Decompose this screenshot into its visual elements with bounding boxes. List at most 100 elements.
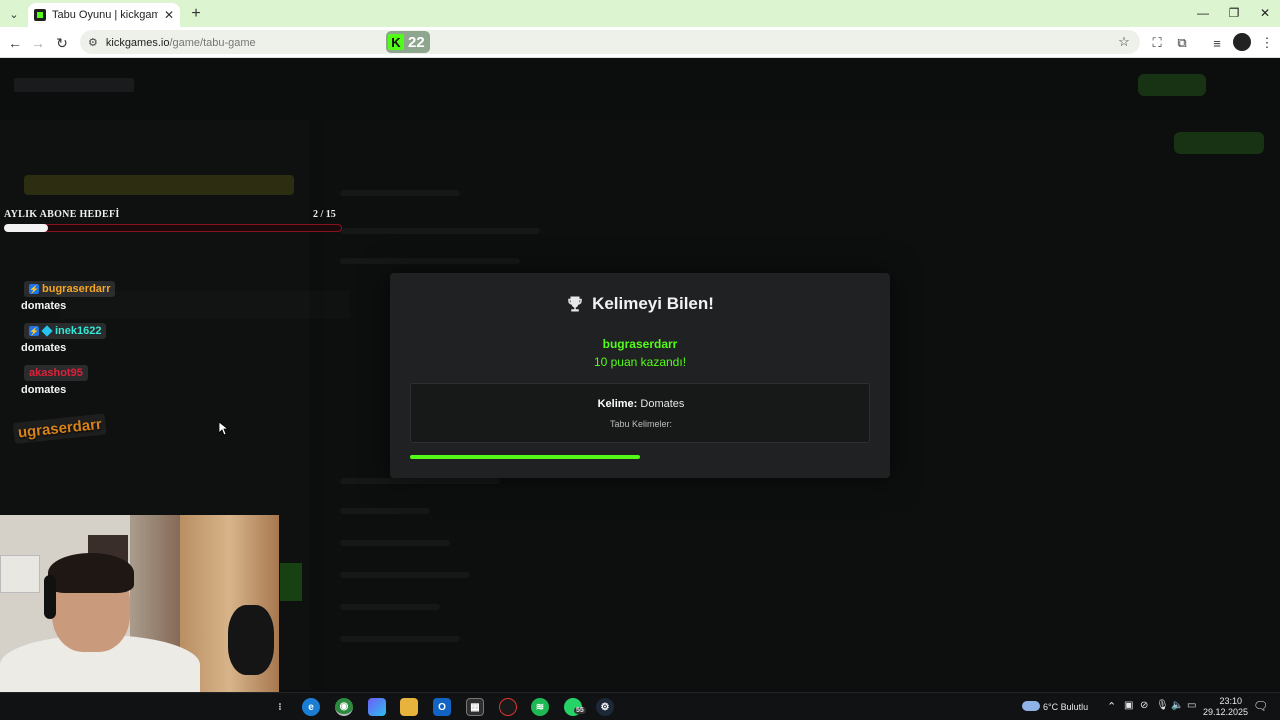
word-value: Domates xyxy=(640,398,685,410)
webcam-headset xyxy=(44,575,56,619)
tab-close-icon[interactable]: ✕ xyxy=(164,8,174,22)
close-window-icon[interactable]: ✕ xyxy=(1250,3,1280,23)
word-label: Kelime: xyxy=(597,398,638,410)
webcam-air-conditioner xyxy=(0,555,40,593)
dimmed-row xyxy=(340,572,470,578)
site-info-icon[interactable]: ⚙ xyxy=(88,36,98,49)
chat-username-pill: ⚡ inek1622 xyxy=(24,323,107,339)
back-arrow-icon[interactable]: ← xyxy=(4,32,26,54)
goal-progress-fill xyxy=(4,224,48,232)
taskbar-grip-icon: ⁝ xyxy=(278,701,282,713)
notification-icon[interactable]: 🗨 xyxy=(1253,699,1268,713)
dimmed-row xyxy=(340,604,440,610)
modal-title-row: Kelimeyi Bilen! xyxy=(390,294,890,314)
dimmed-yellow-bar xyxy=(24,175,294,195)
chrome-browser-icon[interactable]: ◉ xyxy=(335,698,353,716)
dimmed-row xyxy=(340,478,500,484)
winner-modal: Kelimeyi Bilen! bugraserdarr 10 puan kaz… xyxy=(390,273,890,478)
url-path: /game/tabu-game xyxy=(169,37,256,49)
restore-icon[interactable]: ❐ xyxy=(1219,3,1249,23)
new-tab-plus-icon[interactable]: + xyxy=(186,4,206,24)
goal-progress-track xyxy=(4,224,342,232)
modal-title: Kelimeyi Bilen! xyxy=(592,294,714,313)
browser-toolbar: ← → ↻ ⚙ kickgames.io/game/tabu-game K 22… xyxy=(0,27,1280,58)
modal-timer-fill xyxy=(410,455,640,459)
whatsapp-unread-badge: 55 xyxy=(574,707,586,714)
chat-row-highlight xyxy=(60,291,350,319)
windows-taskbar: ⁝ e ◉ O ▦ ≋ 55 ⚙ 6°C Bulutlu ⌃ ▣ ⊘ 🎙 🔈 ▭… xyxy=(0,692,1280,720)
chat-username: akashot95 xyxy=(29,367,83,379)
tray-overflow-chevron-icon[interactable]: ⌃ xyxy=(1107,700,1116,713)
goal-count: 2 / 15 xyxy=(313,209,336,220)
kick-extension-icon: K xyxy=(388,34,404,50)
media-control-icon[interactable]: ≡ xyxy=(1207,33,1227,53)
dimmed-row xyxy=(340,258,520,264)
dimmed-row xyxy=(340,228,540,234)
chat-username: inek1622 xyxy=(55,325,102,337)
minimize-icon[interactable]: — xyxy=(1188,3,1218,23)
chat-message: akashot95 domates xyxy=(0,364,350,396)
tray-network-icon[interactable]: ⊘ xyxy=(1140,700,1148,711)
steam-icon[interactable]: ⚙ xyxy=(596,698,614,716)
microphone-icon[interactable]: 🎙 xyxy=(1156,700,1169,711)
kick-favicon-icon xyxy=(34,9,46,21)
dimmed-header-button xyxy=(1138,74,1206,96)
dimmed-green-block xyxy=(280,563,302,601)
reload-icon[interactable]: ↻ xyxy=(51,32,73,54)
points-earned: 10 puan kazandı! xyxy=(593,355,687,369)
subscriber-badge-icon: ⚡ xyxy=(29,326,39,336)
display-icon[interactable]: ▭ xyxy=(1187,700,1196,711)
clock-time[interactable]: 23:10 xyxy=(1212,696,1242,706)
tab-title: Tabu Oyunu | kickgames.io xyxy=(52,9,158,21)
whatsapp-icon[interactable]: 55 xyxy=(564,698,586,716)
chat-username-pill: akashot95 xyxy=(24,365,88,381)
outlook-icon[interactable]: O xyxy=(433,698,451,716)
browser-tab-strip: ⌄ Tabu Oyunu | kickgames.io ✕ + — ❐ ✕ xyxy=(0,0,1280,27)
browser-tab[interactable]: Tabu Oyunu | kickgames.io ✕ xyxy=(28,3,180,27)
extensions-puzzle-icon[interactable]: ⧉ xyxy=(1172,33,1192,53)
microsoft-store-icon[interactable]: ▦ xyxy=(466,698,484,716)
kick-extension-count: 22 xyxy=(408,33,425,51)
weather-text[interactable]: 6°C Bulutlu xyxy=(1043,702,1088,712)
forward-arrow-icon[interactable]: → xyxy=(27,32,49,54)
address-bar[interactable]: ⚙ kickgames.io/game/tabu-game K 22 ☆ xyxy=(80,30,1140,54)
game-app-icon[interactable] xyxy=(499,698,517,716)
dimmed-row xyxy=(340,508,430,514)
browser-menu-icon[interactable]: ⋮ xyxy=(1257,33,1277,53)
dimmed-start-button xyxy=(1174,132,1264,154)
page-content: AYLIK ABONE HEDEFİ 2 / 15 ⚡ bugraserdarr… xyxy=(0,58,1280,692)
dimmed-row xyxy=(340,190,460,196)
chat-message: ⚡ inek1622 domates xyxy=(0,321,350,354)
word-info-box: Kelime: Domates Tabu Kelimeler: xyxy=(410,383,870,443)
webcam-microphone xyxy=(228,605,274,675)
dimmed-row xyxy=(340,540,450,546)
taboo-words-label: Tabu Kelimeler: xyxy=(609,419,673,429)
bookmark-star-icon[interactable]: ☆ xyxy=(1114,32,1134,52)
copilot-icon[interactable] xyxy=(368,698,386,716)
tab-search-chevron-icon[interactable]: ⌄ xyxy=(4,4,24,24)
volume-icon[interactable]: 🔈 xyxy=(1171,700,1183,711)
webcam-streamer-hair xyxy=(48,553,134,593)
gift-badge-icon xyxy=(41,325,53,337)
site-logo[interactable] xyxy=(14,78,134,92)
tray-app-icon[interactable]: ▣ xyxy=(1124,700,1133,711)
kick-extension-badge[interactable]: K 22 xyxy=(386,31,430,53)
file-explorer-icon[interactable] xyxy=(400,698,418,716)
chat-message-text: domates xyxy=(21,384,67,396)
url-host: kickgames.io xyxy=(105,37,170,49)
subscriber-badge-icon: ⚡ xyxy=(29,284,39,294)
spotify-icon[interactable]: ≋ xyxy=(531,698,549,716)
word-line: Kelime: Domates xyxy=(411,398,871,410)
clock-date[interactable]: 29.12.2025 xyxy=(1203,707,1248,717)
chat-message-text: domates xyxy=(21,342,67,354)
edge-browser-icon[interactable]: e xyxy=(302,698,320,716)
webcam-feed xyxy=(0,515,279,692)
cloud-weather-icon[interactable] xyxy=(1022,701,1040,711)
screenshot-icon[interactable]: ⛶ xyxy=(1147,33,1167,53)
winner-username: bugraserdarr xyxy=(602,337,678,351)
profile-avatar[interactable] xyxy=(1233,33,1251,51)
dimmed-row xyxy=(340,636,460,642)
trophy-icon xyxy=(568,296,582,312)
goal-label: AYLIK ABONE HEDEFİ xyxy=(4,209,120,220)
mouse-cursor-icon xyxy=(218,421,230,441)
